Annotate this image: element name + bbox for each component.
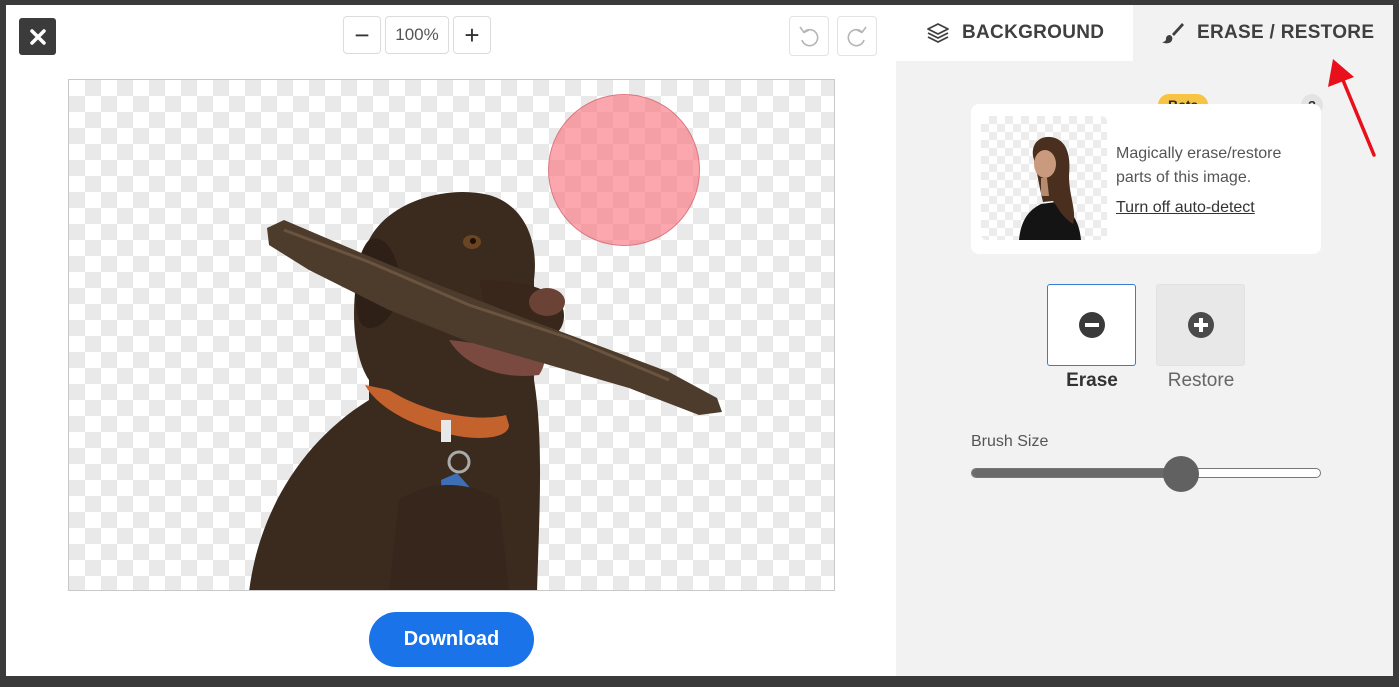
undo-button[interactable]: [789, 16, 829, 56]
tab-background-label: BACKGROUND: [962, 22, 1105, 43]
annotation-arrow-icon: [1328, 59, 1376, 157]
download-button[interactable]: Download: [369, 612, 534, 667]
tab-erase-restore-label: ERASE / RESTORE: [1197, 22, 1375, 43]
dog-cutout-image: [249, 192, 722, 590]
zoom-out-button[interactable]: −: [343, 16, 381, 54]
brush-size-label: Brush Size: [971, 433, 1049, 450]
side-panel: BACKGROUND ERASE / RESTORE Beta ?: [896, 5, 1393, 676]
erase-label: Erase: [1066, 370, 1118, 391]
brush-size-slider-fill: [972, 469, 1182, 477]
canvas-area: − 100% + Download: [6, 5, 896, 676]
history-controls: [789, 16, 877, 56]
zoom-controls: − 100% +: [343, 16, 491, 54]
tab-background[interactable]: BACKGROUND: [896, 5, 1133, 61]
auto-detect-card: Magically erase/restore parts of this im…: [971, 104, 1321, 254]
minus-circle-icon: [1078, 312, 1105, 338]
panel-tabs: BACKGROUND ERASE / RESTORE: [896, 5, 1393, 61]
zoom-level: 100%: [385, 16, 449, 54]
layers-icon: [927, 23, 949, 43]
close-icon: [29, 28, 46, 45]
restore-label: Restore: [1167, 370, 1235, 391]
example-thumbnail: [981, 116, 1107, 240]
erase-mode-button[interactable]: [1047, 284, 1136, 366]
brush-icon: [1162, 23, 1184, 44]
brush-size-preview: [548, 94, 700, 246]
card-description: Magically erase/restore parts of this im…: [1116, 145, 1282, 186]
turn-off-auto-detect-link[interactable]: Turn off auto-detect: [1116, 199, 1255, 217]
close-button[interactable]: [19, 18, 56, 55]
brush-size-slider-track[interactable]: [971, 468, 1321, 478]
woman-portrait-image: [1019, 136, 1081, 240]
image-canvas[interactable]: [68, 79, 835, 591]
zoom-in-button[interactable]: +: [453, 16, 491, 54]
redo-button[interactable]: [837, 16, 877, 56]
editor-window: − 100% + Download BACKGROUND ERASE / RES…: [6, 5, 1393, 676]
restore-mode-button[interactable]: [1156, 284, 1245, 366]
plus-circle-icon: [1187, 312, 1214, 338]
redo-icon: [847, 26, 867, 47]
undo-icon: [799, 26, 819, 47]
tab-erase-restore[interactable]: ERASE / RESTORE: [1133, 5, 1393, 61]
brush-size-slider-handle[interactable]: [1163, 456, 1199, 492]
